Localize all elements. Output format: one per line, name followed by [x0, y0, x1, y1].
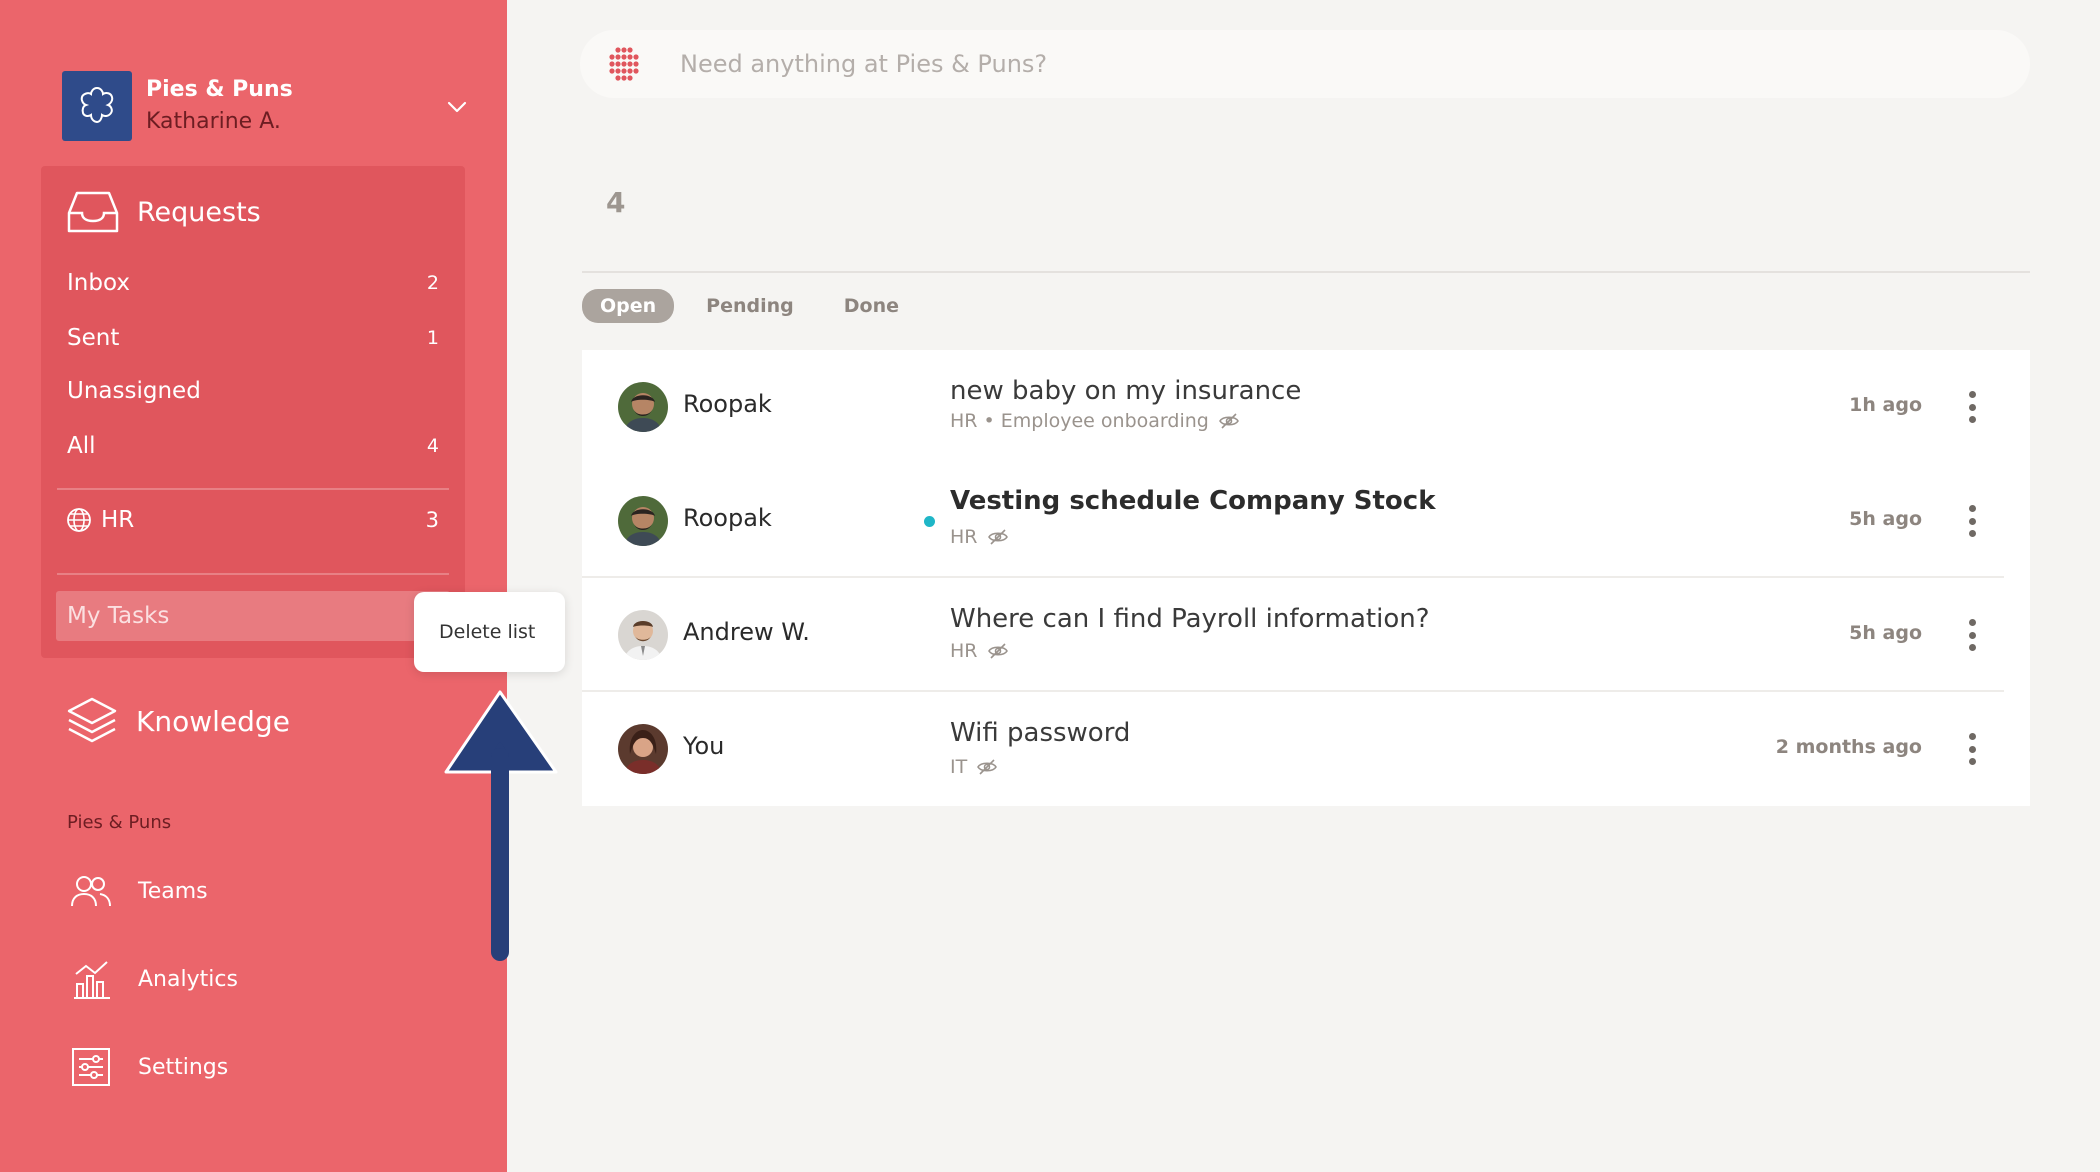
eye-off-icon: [977, 759, 998, 775]
knowledge-title: Knowledge: [136, 704, 290, 738]
sidebar-item-all[interactable]: All 4: [67, 433, 439, 459]
unread-dot: [924, 516, 935, 527]
search-bar[interactable]: Need anything at Pies & Puns?: [580, 30, 2030, 98]
request-list: Roopak new baby on my insurance HR • Emp…: [582, 350, 2030, 806]
nav-item-label: Analytics: [138, 966, 238, 992]
eye-off-icon: [987, 643, 1008, 659]
divider: [57, 488, 449, 490]
search-placeholder: Need anything at Pies & Puns?: [680, 50, 1048, 78]
avatar: [618, 496, 668, 546]
requester-name: Roopak: [683, 390, 772, 418]
sidebar-item-label: All: [67, 433, 96, 459]
sidebar-item-sent[interactable]: Sent 1: [67, 325, 439, 351]
request-time: 5h ago: [1849, 622, 1922, 644]
request-time: 2 months ago: [1775, 736, 1922, 758]
request-time: 5h ago: [1849, 508, 1922, 530]
nav-item-teams[interactable]: Teams: [68, 868, 208, 914]
sidebar-item-label: HR: [101, 507, 135, 533]
dots-grid-icon: [609, 47, 639, 81]
sidebar-item-inbox[interactable]: Inbox 2: [67, 270, 439, 296]
sidebar-item-label: Sent: [67, 325, 120, 351]
more-options-icon[interactable]: [1968, 619, 1976, 651]
requester-name: You: [683, 732, 725, 760]
request-time: 1h ago: [1849, 394, 1922, 416]
analytics-icon: [68, 956, 114, 1002]
org-switcher[interactable]: Pies & Puns Katharine A.: [62, 70, 472, 142]
eye-off-icon: [987, 529, 1008, 545]
people-icon: [68, 868, 114, 914]
request-subject: Wifi password: [950, 718, 1131, 748]
count-badge: 3: [425, 508, 439, 532]
sidebar-item-label: My Tasks: [67, 603, 170, 629]
tab-open[interactable]: Open: [582, 289, 675, 323]
sidebar-item-unassigned[interactable]: Unassigned: [67, 378, 439, 404]
tab-pending[interactable]: Pending: [688, 289, 812, 323]
more-options-icon[interactable]: [1968, 505, 1976, 537]
request-meta: HR: [950, 526, 1008, 548]
eye-off-icon: [1218, 413, 1239, 429]
avatar: [618, 610, 668, 660]
chevron-down-icon[interactable]: [442, 92, 472, 122]
request-meta: HR • Employee onboarding: [950, 410, 1239, 432]
avatar: [618, 382, 668, 432]
more-options-icon[interactable]: [1968, 733, 1976, 765]
table-row[interactable]: Roopak new baby on my insurance HR • Emp…: [582, 350, 2030, 464]
nav-item-analytics[interactable]: Analytics: [68, 956, 238, 1002]
request-category: HR: [950, 526, 978, 548]
request-category: HR: [950, 640, 978, 662]
sidebar-item-my-tasks[interactable]: My Tasks: [56, 591, 450, 641]
count-badge: 4: [426, 435, 439, 457]
sidebar-item-label: Unassigned: [67, 378, 201, 404]
table-row[interactable]: Roopak Vesting schedule Company Stock HR…: [582, 464, 2030, 578]
nav-item-label: Settings: [138, 1054, 229, 1080]
flower-icon: [62, 71, 132, 141]
table-row[interactable]: Andrew W. Where can I find Payroll infor…: [582, 578, 2030, 692]
inbox-tray-icon: [67, 191, 119, 233]
layers-icon: [67, 697, 117, 743]
request-category: IT: [950, 756, 968, 778]
more-options-icon[interactable]: [1968, 391, 1976, 423]
globe-icon: [67, 508, 91, 532]
requests-header[interactable]: Requests: [67, 190, 261, 234]
request-category: HR • Employee onboarding: [950, 410, 1209, 432]
requests-title: Requests: [137, 196, 261, 228]
sidebar-item-hr[interactable]: HR 3: [65, 506, 439, 534]
sidebar: Pies & Puns Katharine A. Requests Inbox …: [0, 0, 507, 1172]
tab-done[interactable]: Done: [826, 289, 917, 323]
requester-name: Andrew W.: [683, 618, 810, 646]
avatar: [618, 724, 668, 774]
requests-panel: Requests Inbox 2 Sent 1 Unassigned All 4…: [41, 166, 465, 658]
request-subject: Where can I find Payroll information?: [950, 604, 1430, 634]
request-subject: new baby on my insurance: [950, 376, 1302, 406]
knowledge-link[interactable]: Knowledge: [66, 696, 290, 746]
request-subject: Vesting schedule Company Stock: [950, 486, 1436, 516]
count-badge: 1: [426, 327, 439, 349]
org-name: Pies & Puns: [146, 77, 293, 102]
sliders-icon: [68, 1044, 114, 1090]
request-meta: IT: [950, 756, 998, 778]
count-badge: 2: [426, 272, 439, 294]
request-meta: HR: [950, 640, 1008, 662]
request-count: 4: [606, 186, 626, 219]
status-tabs: Open Pending Done: [582, 289, 931, 323]
table-row[interactable]: You Wifi password IT 2 months ago: [582, 692, 2030, 806]
arrow-up-annotation: [444, 690, 558, 961]
requester-name: Roopak: [683, 504, 772, 532]
nav-item-settings[interactable]: Settings: [68, 1044, 228, 1090]
sidebar-item-label: Inbox: [67, 270, 130, 296]
current-user-name: Katharine A.: [146, 109, 281, 134]
menu-item-label: Delete list: [439, 621, 536, 643]
divider: [57, 573, 449, 575]
delete-list-menu-item[interactable]: Delete list: [414, 592, 565, 672]
divider: [582, 271, 2030, 273]
nav-item-label: Teams: [138, 878, 208, 904]
section-label: Pies & Puns: [67, 812, 172, 833]
